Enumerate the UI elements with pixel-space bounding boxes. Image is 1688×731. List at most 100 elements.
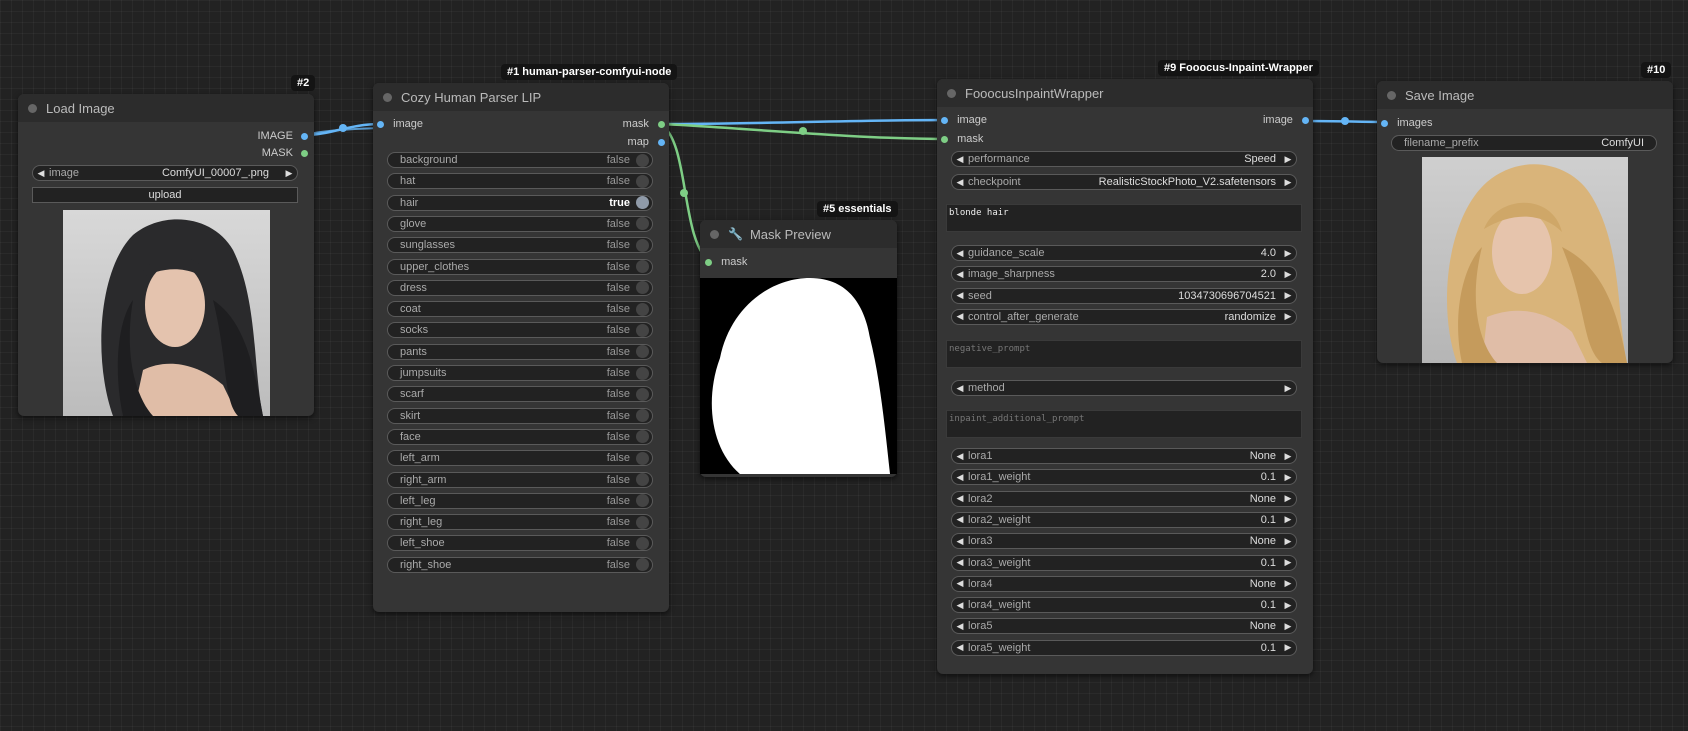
arrow-right-icon[interactable]: ▶ <box>281 168 297 179</box>
slot-dot-icon[interactable] <box>1302 116 1309 124</box>
negative-prompt-textarea[interactable]: negative_prompt <box>946 340 1302 368</box>
arrow-left-icon[interactable]: ◀ <box>952 557 968 568</box>
link-reroute-dot[interactable] <box>1341 117 1349 125</box>
arrow-left-icon[interactable]: ◀ <box>952 578 968 589</box>
toggle-knob-icon[interactable] <box>636 323 649 337</box>
arrow-right-icon[interactable]: ▶ <box>1280 600 1296 611</box>
arrow-left-icon[interactable]: ◀ <box>952 642 968 653</box>
checkpoint-combo[interactable]: ◀ checkpoint RealisticStockPhoto_V2.safe… <box>951 174 1297 190</box>
node-header[interactable]: FooocusInpaintWrapper <box>937 79 1313 107</box>
toggle-upper-clothes[interactable]: upper_clothes false <box>387 258 653 275</box>
lora1-weight-widget[interactable]: ◀ lora1_weight 0.1 ▶ <box>951 469 1297 486</box>
slot-dot-icon[interactable] <box>377 120 384 128</box>
arrow-right-icon[interactable]: ▶ <box>1280 536 1296 547</box>
slot-dot-icon[interactable] <box>301 132 308 140</box>
toggle-knob-icon[interactable] <box>636 345 649 359</box>
slot-dot-icon[interactable] <box>658 120 665 128</box>
input-slot-image[interactable]: image <box>941 113 987 127</box>
arrow-right-icon[interactable]: ▶ <box>1280 269 1296 280</box>
load-image-node[interactable]: Load Image IMAGE MASK ◀ image ComfyUI_00… <box>18 94 314 416</box>
arrow-right-icon[interactable]: ▶ <box>1280 177 1296 188</box>
arrow-right-icon[interactable]: ▶ <box>1280 642 1296 653</box>
image-sharpness-widget[interactable]: ◀ image_sharpness 2.0 ▶ <box>951 266 1297 283</box>
arrow-left-icon[interactable]: ◀ <box>952 472 968 483</box>
toggle-glove[interactable]: glove false <box>387 215 653 232</box>
arrow-right-icon[interactable]: ▶ <box>1280 493 1296 504</box>
toggle-skirt[interactable]: skirt false <box>387 407 653 424</box>
arrow-left-icon[interactable]: ◀ <box>952 621 968 632</box>
toggle-left-arm[interactable]: left_arm false <box>387 450 653 467</box>
fooocus-inpaint-node[interactable]: FooocusInpaintWrapper image mask image ◀… <box>937 79 1313 674</box>
image-combo-widget[interactable]: ◀ image ComfyUI_00007_.png ▶ <box>32 165 298 181</box>
input-slot-image[interactable]: image <box>377 117 423 131</box>
arrow-left-icon[interactable]: ◀ <box>952 383 968 394</box>
arrow-right-icon[interactable]: ▶ <box>1280 290 1296 301</box>
toggle-sunglasses[interactable]: sunglasses false <box>387 237 653 254</box>
toggle-face[interactable]: face false <box>387 428 653 445</box>
prompt-textarea[interactable]: blonde hair <box>946 204 1302 232</box>
inpaint-additional-prompt-textarea[interactable]: inpaint_additional_prompt <box>946 410 1302 438</box>
lora3-weight-widget[interactable]: ◀ lora3_weight 0.1 ▶ <box>951 554 1297 571</box>
toggle-knob-icon[interactable] <box>636 515 649 529</box>
arrow-right-icon[interactable]: ▶ <box>1280 154 1296 165</box>
node-header[interactable]: 🔧 Mask Preview <box>700 220 897 248</box>
link-mask-parser-to-fooocus[interactable] <box>659 122 948 141</box>
control-after-generate-widget[interactable]: ◀ control_after_generate randomize ▶ <box>951 308 1297 325</box>
arrow-left-icon[interactable]: ◀ <box>952 177 968 188</box>
toggle-knob-icon[interactable] <box>636 387 649 401</box>
collapse-dot-icon[interactable] <box>1387 90 1396 100</box>
toggle-coat[interactable]: coat false <box>387 301 653 318</box>
performance-combo[interactable]: ◀ performance Speed ▶ <box>951 151 1297 167</box>
toggle-knob-icon[interactable] <box>636 409 649 423</box>
arrow-left-icon[interactable]: ◀ <box>952 248 968 259</box>
toggle-right-shoe[interactable]: right_shoe false <box>387 556 653 573</box>
slot-dot-icon[interactable] <box>941 135 948 143</box>
toggle-knob-icon[interactable] <box>636 153 649 167</box>
mask-preview-node[interactable]: 🔧 Mask Preview mask <box>700 220 897 477</box>
lora4-widget[interactable]: ◀ lora4 None ▶ <box>951 575 1297 592</box>
arrow-right-icon[interactable]: ▶ <box>1280 383 1296 394</box>
input-slot-mask[interactable]: mask <box>941 132 983 146</box>
collapse-dot-icon[interactable] <box>947 88 956 98</box>
toggle-left-shoe[interactable]: left_shoe false <box>387 535 653 552</box>
toggle-knob-icon[interactable] <box>636 473 649 486</box>
toggle-jumpsuits[interactable]: jumpsuits false <box>387 365 653 381</box>
link-image-load-to-fooocus[interactable] <box>659 118 948 126</box>
arrow-right-icon[interactable]: ▶ <box>1280 621 1296 632</box>
lora5-weight-widget[interactable]: ◀ lora5_weight 0.1 ▶ <box>951 639 1297 656</box>
toggle-knob-icon[interactable] <box>636 281 649 295</box>
lora5-widget[interactable]: ◀ lora5 None ▶ <box>951 618 1297 635</box>
toggle-hat[interactable]: hat false <box>387 173 653 190</box>
arrow-left-icon[interactable]: ◀ <box>952 493 968 504</box>
toggle-knob-icon[interactable] <box>636 196 649 210</box>
output-slot-image[interactable]: IMAGE <box>257 129 308 143</box>
arrow-right-icon[interactable]: ▶ <box>1280 311 1296 322</box>
arrow-left-icon[interactable]: ◀ <box>33 168 49 179</box>
arrow-left-icon[interactable]: ◀ <box>952 154 968 165</box>
toggle-scarf[interactable]: scarf false <box>387 386 653 403</box>
toggle-knob-icon[interactable] <box>636 430 649 444</box>
toggle-knob-icon[interactable] <box>636 174 649 188</box>
toggle-knob-icon[interactable] <box>636 494 649 508</box>
toggle-background[interactable]: background false <box>387 152 653 168</box>
arrow-left-icon[interactable]: ◀ <box>952 290 968 301</box>
toggle-knob-icon[interactable] <box>636 238 649 252</box>
lora4-weight-widget[interactable]: ◀ lora4_weight 0.1 ▶ <box>951 597 1297 614</box>
arrow-right-icon[interactable]: ▶ <box>1280 451 1296 462</box>
filename-prefix-field[interactable]: filename_prefix ComfyUI <box>1391 135 1657 151</box>
output-slot-image[interactable]: image <box>1263 113 1309 127</box>
toggle-knob-icon[interactable] <box>636 558 649 572</box>
method-combo[interactable]: ◀ method ▶ <box>951 380 1297 396</box>
toggle-pants[interactable]: pants false <box>387 343 653 360</box>
output-slot-map[interactable]: map <box>628 135 665 149</box>
arrow-left-icon[interactable]: ◀ <box>952 311 968 322</box>
arrow-left-icon[interactable]: ◀ <box>952 514 968 525</box>
collapse-dot-icon[interactable] <box>710 229 719 239</box>
toggle-knob-icon[interactable] <box>636 260 649 273</box>
node-header[interactable]: Cozy Human Parser LIP <box>373 83 669 111</box>
lora2-weight-widget[interactable]: ◀ lora2_weight 0.1 ▶ <box>951 511 1297 528</box>
seed-widget[interactable]: ◀ seed 1034730696704521 ▶ <box>951 287 1297 304</box>
link-reroute-dot[interactable] <box>339 124 347 132</box>
link-reroute-dot[interactable] <box>680 189 688 197</box>
input-slot-mask[interactable]: mask <box>705 255 747 269</box>
